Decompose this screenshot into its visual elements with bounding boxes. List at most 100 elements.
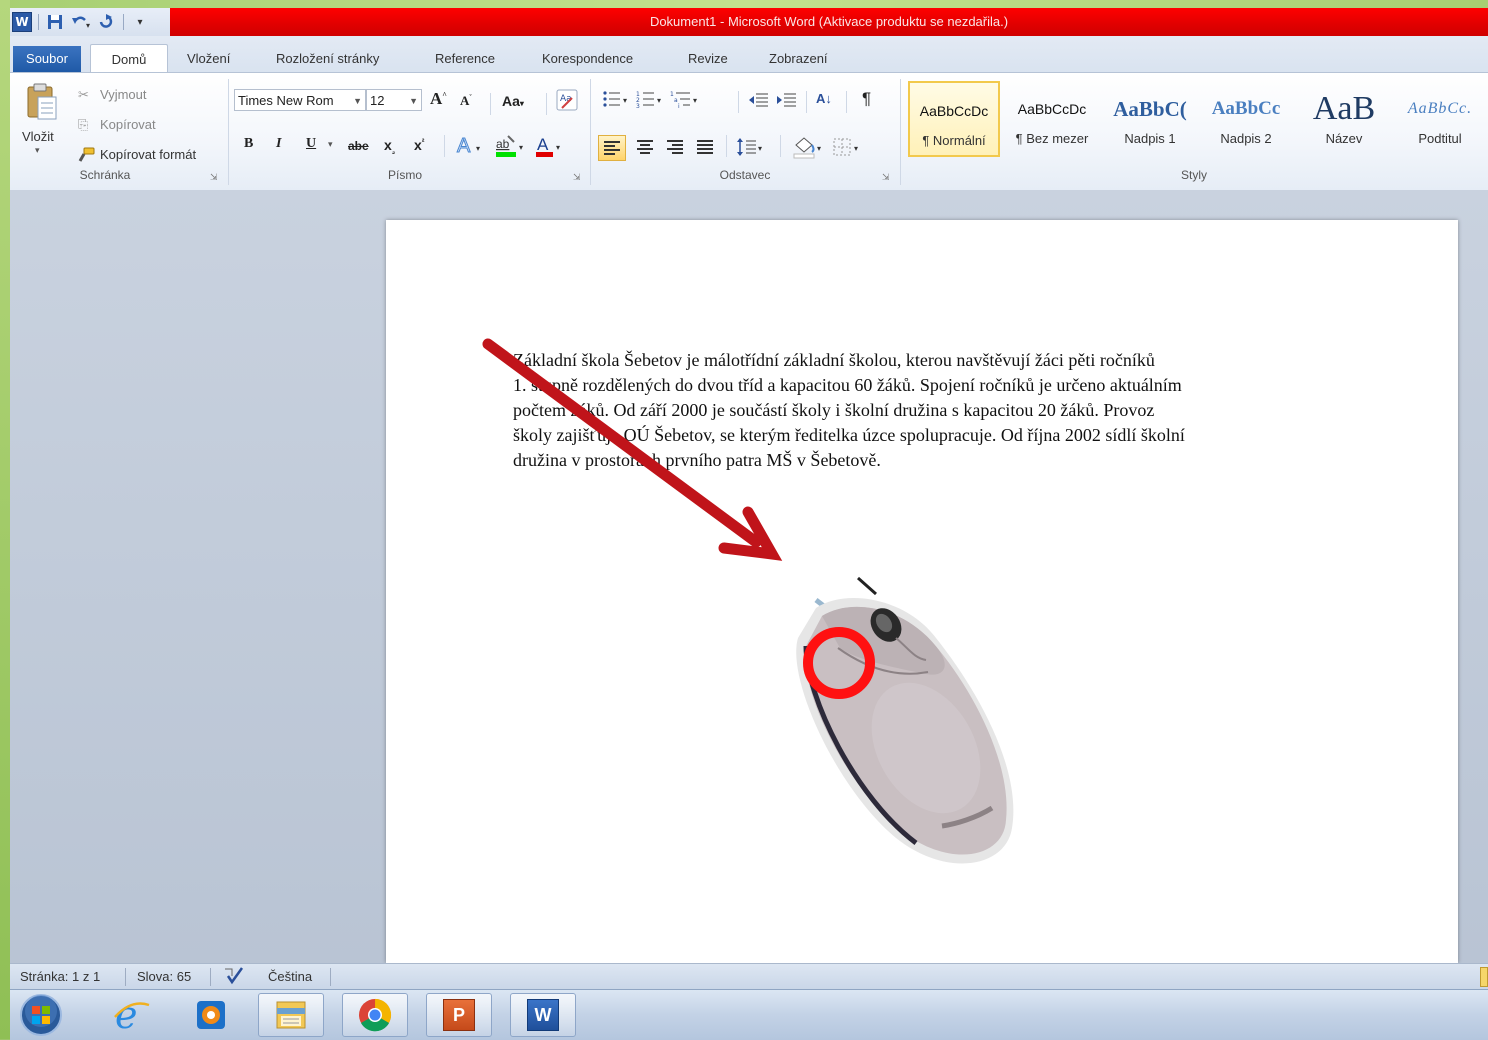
tab-view[interactable]: Zobrazení — [769, 48, 828, 70]
style-no-spacing[interactable]: AaBbCcDc ¶ Bez mezer — [1006, 81, 1098, 157]
shading-icon: ▾ — [793, 137, 821, 159]
customize-qat-icon[interactable]: ▾ — [130, 12, 150, 32]
powerpoint-icon[interactable]: P — [426, 993, 492, 1037]
increase-indent-button[interactable] — [776, 91, 798, 113]
align-right-icon — [667, 140, 683, 154]
cut-label: Vyjmout — [100, 87, 147, 102]
status-separator — [125, 968, 126, 986]
style-subtitle[interactable]: AaBbCc. Podtitul — [1394, 81, 1486, 157]
multilevel-list-button[interactable]: 1 a i ▾ — [670, 89, 704, 113]
bullets-button[interactable]: ▾ — [602, 89, 632, 113]
word-window: Dokument1 - Microsoft Word (Aktivace pro… — [10, 8, 1488, 963]
font-family-select[interactable]: Times New Rom ▼ — [234, 89, 366, 111]
decrease-indent-button[interactable] — [748, 91, 770, 113]
word-logo-icon[interactable]: W — [12, 12, 32, 32]
word-icon[interactable]: W — [510, 993, 576, 1037]
borders-button[interactable]: ▾ — [832, 137, 866, 161]
tab-review[interactable]: Revize — [688, 48, 728, 70]
paste-button[interactable]: Vložit ▾ — [18, 79, 68, 161]
bold-button[interactable]: B — [244, 136, 253, 152]
desktop-background-left — [0, 0, 10, 1039]
proofing-icon[interactable] — [222, 964, 246, 990]
document-page[interactable]: Základní škola Šebetov je málotřídní zák… — [386, 220, 1458, 963]
status-page-count[interactable]: Stránka: 1 z 1 — [20, 964, 100, 990]
tab-file[interactable]: Soubor — [13, 46, 81, 72]
style-normal[interactable]: AaBbCcDc ¶ Normální — [908, 81, 1000, 157]
subscript-button[interactable]: x₂ — [384, 137, 395, 156]
italic-button[interactable]: I — [276, 136, 281, 152]
font-launcher-icon[interactable]: ⇲ — [573, 173, 581, 183]
font-family-value: Times New Rom — [238, 93, 334, 108]
scissors-icon: ✂ — [78, 87, 89, 102]
svg-text:▾: ▾ — [854, 144, 858, 153]
status-language[interactable]: Čeština — [268, 964, 312, 990]
clear-formatting-icon[interactable]: Aa — [556, 89, 578, 115]
media-player-icon[interactable] — [186, 993, 236, 1037]
qat-separator — [38, 14, 39, 30]
title-bar: Dokument1 - Microsoft Word (Aktivace pro… — [10, 8, 1488, 36]
style-heading-2[interactable]: AaBbCc Nadpis 2 — [1200, 81, 1292, 157]
redo-icon[interactable] — [97, 12, 117, 32]
shading-button[interactable]: ▾ — [792, 135, 826, 163]
strikethrough-button[interactable]: abe — [348, 139, 369, 153]
clipboard-launcher-icon[interactable]: ⇲ — [210, 173, 218, 183]
highlight-button[interactable]: ab ▾ — [494, 133, 528, 163]
paste-dropdown-icon[interactable]: ▾ — [35, 145, 40, 156]
red-arrow — [482, 338, 783, 561]
style-preview: AaBbC( — [1113, 97, 1187, 121]
show-formatting-button[interactable]: ¶ — [862, 89, 871, 109]
numbering-button[interactable]: 1 2 3 ▾ — [636, 89, 666, 113]
text-effects-button[interactable]: A ▾ — [456, 133, 486, 161]
separator — [726, 135, 727, 157]
ribbon-home: Vložit ▾ ✂ Vyjmout ⎘ Kopírovat Kopírovat… — [10, 72, 1488, 191]
svg-text:▾: ▾ — [556, 143, 560, 152]
undo-icon[interactable]: ▾ — [71, 12, 91, 32]
copy-button[interactable]: ⎘ Kopírovat — [78, 117, 178, 137]
svg-text:▾: ▾ — [693, 96, 697, 105]
separator — [806, 91, 807, 113]
svg-text:▾: ▾ — [476, 144, 480, 153]
sort-button[interactable]: A↓ — [816, 91, 832, 106]
tab-insert[interactable]: Vložení — [187, 48, 230, 70]
cut-button[interactable]: ✂ Vyjmout — [78, 87, 178, 107]
tab-references[interactable]: Reference — [435, 48, 495, 70]
word-letter: W — [527, 999, 559, 1031]
status-word-count[interactable]: Slova: 65 — [137, 964, 191, 990]
save-icon[interactable] — [45, 12, 65, 32]
explorer-icon[interactable] — [258, 993, 324, 1037]
style-preview: AaBbCcDc — [1017, 101, 1087, 117]
align-center-button[interactable] — [636, 139, 654, 159]
style-title[interactable]: AaB Název — [1298, 81, 1390, 157]
paragraph-launcher-icon[interactable]: ⇲ — [882, 173, 890, 183]
justify-button[interactable] — [696, 139, 714, 159]
shrink-font-button[interactable]: Aˇ — [460, 93, 472, 109]
chrome-icon[interactable] — [342, 993, 408, 1037]
style-heading-1[interactable]: AaBbC( Nadpis 1 — [1104, 81, 1196, 157]
underline-button[interactable]: U — [306, 136, 316, 152]
font-color-button[interactable]: A ▾ — [534, 133, 566, 163]
align-left-button[interactable] — [598, 135, 626, 161]
superscript-button[interactable]: x² — [414, 137, 424, 153]
svg-text:▾: ▾ — [519, 143, 523, 152]
grow-font-button[interactable]: A^ — [430, 89, 447, 109]
underline-dropdown-icon[interactable]: ▾ — [328, 139, 333, 150]
svg-text:▾: ▾ — [657, 96, 661, 105]
separator — [738, 91, 739, 113]
internet-explorer-icon[interactable]: e — [106, 993, 156, 1037]
start-orb-icon[interactable] — [16, 993, 66, 1037]
view-button[interactable] — [1480, 967, 1488, 987]
tab-page-layout[interactable]: Rozložení stránky — [276, 48, 379, 70]
separator — [780, 135, 781, 157]
format-painter-button[interactable]: Kopírovat formát — [78, 147, 228, 167]
tab-home[interactable]: Domů — [90, 44, 168, 74]
highlighter-icon: ab ▾ — [496, 135, 523, 157]
change-case-button[interactable]: Aa▾ — [502, 93, 524, 109]
line-spacing-button[interactable]: ▾ — [736, 137, 766, 161]
status-separator — [210, 968, 211, 986]
tab-mailings[interactable]: Korespondence — [542, 48, 633, 70]
font-size-select[interactable]: 12 ▼ — [366, 89, 422, 111]
align-right-button[interactable] — [666, 139, 684, 159]
align-center-icon — [637, 140, 653, 154]
svg-text:A: A — [537, 135, 549, 154]
svg-text:i: i — [678, 103, 680, 109]
